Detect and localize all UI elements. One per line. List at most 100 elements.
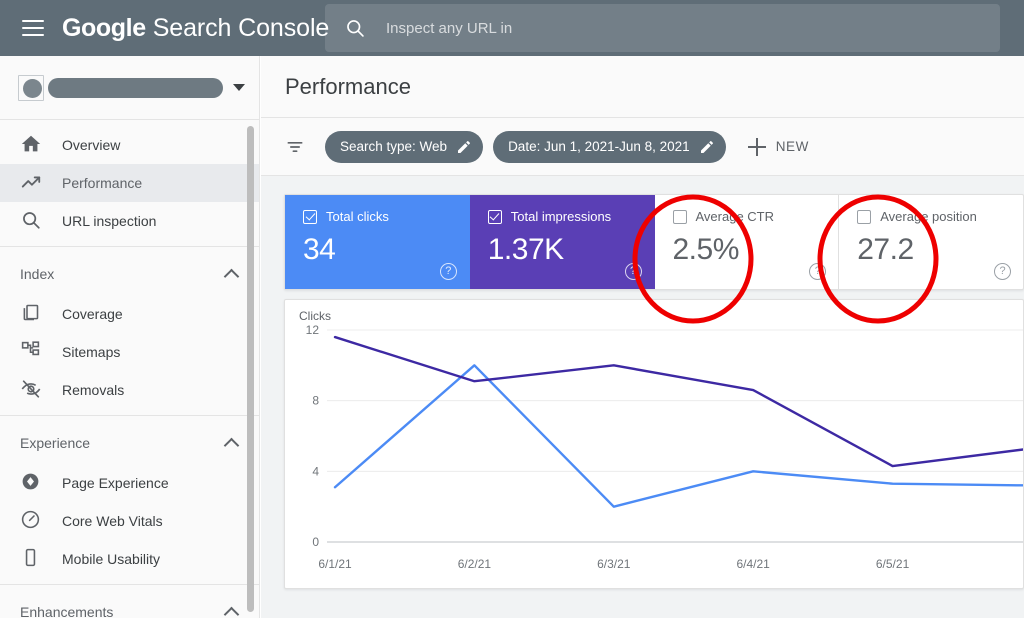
y-axis-tick-label: 0 <box>312 535 319 549</box>
metric-value: 1.37K <box>487 233 564 266</box>
metric-value: 27.2 <box>857 233 914 266</box>
x-axis-tick-label: 6/3/21 <box>597 557 631 571</box>
sidebar-group-title: Index <box>20 266 55 282</box>
metric-tile-header: Average position <box>857 209 1023 224</box>
search-input-placeholder: Inspect any URL in <box>386 19 513 37</box>
sidebar-item-label: Core Web Vitals <box>62 513 163 529</box>
chevron-down-icon[interactable] <box>233 84 245 91</box>
sidebar-item-removals[interactable]: Removals <box>0 371 259 409</box>
sidebar-primary-group: Overview Performance URL inspection <box>0 120 259 247</box>
hamburger-menu-icon[interactable] <box>22 20 44 36</box>
metric-value: 34 <box>303 233 336 266</box>
sidebar: Overview Performance URL inspection Inde… <box>0 56 260 618</box>
filter-chip-label: Search type: Web <box>340 139 448 154</box>
chevron-up-icon[interactable] <box>223 437 240 453</box>
sidebar-group-index: Index Coverage Sitemaps Removals <box>0 247 259 416</box>
metric-tile-header: Total clicks <box>303 209 469 224</box>
page-experience-icon <box>20 471 44 495</box>
trending-up-icon <box>20 171 44 195</box>
chart-series-line <box>333 364 1023 508</box>
x-axis-tick-label: 6/5/21 <box>876 557 910 571</box>
sidebar-group-title: Enhancements <box>20 604 114 618</box>
metric-tile-total-clicks[interactable]: Total clicks 34 ? <box>285 195 470 289</box>
property-selector[interactable] <box>0 56 259 120</box>
metric-tiles: Total clicks 34 ? Total impressions 1.37… <box>284 194 1024 290</box>
pages-icon <box>20 302 44 326</box>
metric-checkbox[interactable] <box>487 209 502 224</box>
sidebar-item-label: Page Experience <box>62 475 169 491</box>
sidebar-group-header-enhancements[interactable]: Enhancements <box>0 591 259 618</box>
metric-checkbox[interactable] <box>672 209 687 224</box>
pencil-icon[interactable] <box>699 139 715 155</box>
mobile-icon <box>20 547 44 571</box>
sidebar-item-label: URL inspection <box>62 213 157 229</box>
performance-content: Total clicks 34 ? Total impressions 1.37… <box>261 176 1024 618</box>
metric-tile-total-impressions[interactable]: Total impressions 1.37K ? <box>469 195 655 289</box>
sidebar-item-overview[interactable]: Overview <box>0 126 259 164</box>
sidebar-group-header-experience[interactable]: Experience <box>0 422 259 464</box>
metric-label: Average CTR <box>695 209 775 224</box>
sidebar-item-label: Overview <box>62 137 121 153</box>
new-filter-button[interactable]: NEW <box>747 137 809 156</box>
metric-tile-header: Total impressions <box>487 209 654 224</box>
sidebar-item-mobile-usability[interactable]: Mobile Usability <box>0 540 259 578</box>
plus-icon <box>747 137 766 156</box>
sidebar-item-coverage[interactable]: Coverage <box>0 295 259 333</box>
sidebar-group-title: Experience <box>20 435 91 451</box>
metric-checkbox[interactable] <box>857 209 872 224</box>
search-icon <box>20 209 44 233</box>
brand-google-text: Google <box>62 13 146 42</box>
sitemap-icon <box>20 340 44 364</box>
sidebar-item-label: Mobile Usability <box>62 551 161 567</box>
chevron-up-icon[interactable] <box>223 606 240 618</box>
metric-label: Average position <box>880 209 977 224</box>
sidebar-item-label: Removals <box>62 382 125 398</box>
property-name-redacted <box>48 77 223 98</box>
sidebar-item-url-inspection[interactable]: URL inspection <box>0 202 259 240</box>
property-avatar-icon <box>18 74 44 101</box>
y-axis-tick-label: 8 <box>312 394 319 408</box>
y-axis-tick-label: 4 <box>312 464 319 478</box>
sidebar-item-performance[interactable]: Performance <box>0 164 259 202</box>
y-axis-tick-label: 12 <box>306 323 320 337</box>
metric-tile-average-position[interactable]: Average position 27.2 ? <box>839 195 1023 289</box>
help-icon[interactable]: ? <box>624 263 642 280</box>
sidebar-group-enhancements: Enhancements <box>0 585 259 618</box>
sidebar-group-header-index[interactable]: Index <box>0 253 259 295</box>
help-icon[interactable]: ? <box>809 263 827 280</box>
app-logo[interactable]: Google Search Console <box>62 14 329 43</box>
filter-icon[interactable] <box>285 137 305 157</box>
sidebar-item-label: Performance <box>62 175 143 191</box>
metric-value: 2.5% <box>672 233 740 266</box>
home-icon <box>20 133 44 157</box>
sidebar-item-core-web-vitals[interactable]: Core Web Vitals <box>0 502 259 540</box>
main-content: Performance Search type: Web Date: Jun 1… <box>261 56 1024 618</box>
pencil-icon[interactable] <box>456 139 472 155</box>
filter-chip-date[interactable]: Date: Jun 1, 2021-Jun 8, 2021 <box>493 130 726 163</box>
metric-label: Total clicks <box>326 209 389 224</box>
metric-checkbox[interactable] <box>303 209 317 224</box>
speedometer-icon <box>20 509 44 533</box>
metric-tile-average-ctr[interactable]: Average CTR 2.5% ? <box>655 195 840 289</box>
performance-line-chart[interactable]: 0 4 8 12 6/1/21 6/2/21 6/3/21 6/4/21 6/5/21 <box>285 300 1024 589</box>
help-icon[interactable]: ? <box>439 263 457 280</box>
x-axis-tick-label: 6/2/21 <box>458 557 492 571</box>
filter-chip-label: Date: Jun 1, 2021-Jun 8, 2021 <box>508 139 690 154</box>
eye-off-icon <box>20 378 44 402</box>
sidebar-scrollbar[interactable] <box>247 126 254 612</box>
x-axis-tick-label: 6/1/21 <box>318 557 352 571</box>
chevron-up-icon[interactable] <box>223 268 240 284</box>
page-title: Performance <box>261 56 1024 118</box>
help-icon[interactable]: ? <box>994 263 1011 280</box>
url-inspection-search-box[interactable]: Inspect any URL in <box>325 4 1000 52</box>
sidebar-item-sitemaps[interactable]: Sitemaps <box>0 333 259 371</box>
sidebar-item-page-experience[interactable]: Page Experience <box>0 464 259 502</box>
sidebar-group-experience: Experience Page Experience Core Web Vita… <box>0 416 259 585</box>
filter-chip-search-type[interactable]: Search type: Web <box>325 130 484 163</box>
metric-label: Total impressions <box>510 209 612 224</box>
search-console-page: Google Search Console Inspect any URL in <box>0 0 1024 618</box>
filter-bar: Search type: Web Date: Jun 1, 2021-Jun 8… <box>261 118 1024 176</box>
sidebar-item-label: Sitemaps <box>62 344 121 360</box>
chart-series-line <box>333 335 1023 468</box>
top-app-bar: Google Search Console Inspect any URL in <box>0 0 1024 56</box>
